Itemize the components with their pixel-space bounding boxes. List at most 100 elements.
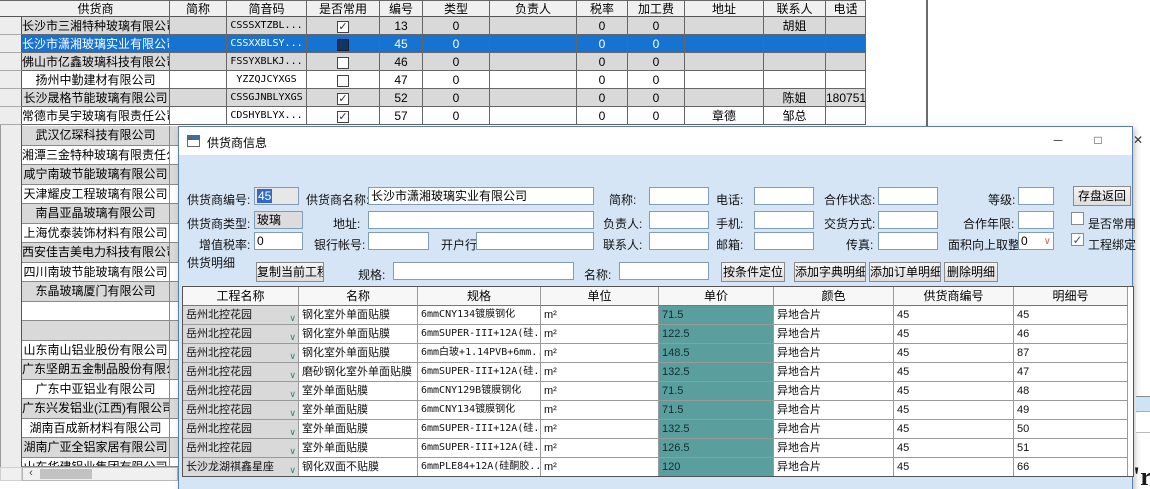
project-bind-checkbox[interactable] — [1071, 233, 1084, 246]
spec-filter-input[interactable] — [393, 262, 574, 280]
common-checkbox-cell[interactable] — [307, 71, 380, 89]
grid-cell[interactable]: 0 — [423, 17, 490, 35]
grid-cell[interactable] — [826, 71, 866, 89]
supplier-list-item[interactable]: 山东华建铝业集团有限公司 — [22, 458, 178, 468]
detail-column-header[interactable]: 单价 — [659, 287, 774, 306]
grid-cell[interactable] — [170, 17, 227, 35]
contact-input[interactable] — [649, 232, 709, 250]
common-checkbox[interactable] — [337, 75, 349, 87]
round-up-combobox[interactable]: 0∨ — [1018, 232, 1054, 250]
grid-cell[interactable]: 0 — [577, 89, 628, 107]
supplier-list-item[interactable] — [22, 321, 178, 341]
detail-cell[interactable]: 钢化双面不贴膜 — [299, 458, 418, 477]
name-filter-input[interactable] — [619, 262, 709, 280]
detail-cell[interactable]: 126.5 — [659, 439, 774, 458]
grid-cell[interactable] — [170, 35, 227, 53]
address-input[interactable] — [368, 211, 594, 229]
detail-cell[interactable]: 6mmSUPER-III+12A(硅... — [418, 439, 541, 458]
common-checkbox[interactable] — [337, 57, 349, 69]
detail-cell[interactable]: 71.5 — [659, 401, 774, 420]
common-checkbox-cell[interactable] — [307, 35, 380, 53]
bank-account-input[interactable] — [368, 232, 429, 250]
detail-cell[interactable]: 45 — [894, 420, 1014, 439]
copy-project-button[interactable]: 复制当前工程 — [256, 262, 324, 282]
detail-cell[interactable]: 异地合片 — [774, 306, 894, 325]
detail-cell[interactable]: 45 — [894, 325, 1014, 344]
detail-cell[interactable]: 室外单面贴膜 — [299, 401, 418, 420]
grid-cell[interactable]: 0 — [577, 71, 628, 89]
detail-cell[interactable]: m² — [541, 306, 659, 325]
grade-input[interactable] — [1018, 187, 1054, 205]
common-checkbox[interactable] — [337, 39, 349, 51]
detail-cell[interactable]: 51 — [1014, 439, 1128, 458]
row-header[interactable] — [0, 17, 22, 35]
grid-cell[interactable] — [764, 35, 826, 53]
column-header[interactable]: 编号 — [380, 1, 423, 17]
grid-cell[interactable] — [170, 53, 227, 71]
detail-cell[interactable]: 异地合片 — [774, 325, 894, 344]
detail-cell[interactable]: 异地合片 — [774, 420, 894, 439]
grid-cell[interactable]: 0 — [423, 71, 490, 89]
grid-cell[interactable]: 0 — [577, 107, 628, 125]
grid-cell[interactable] — [490, 17, 577, 35]
supplier-list-item[interactable]: 广东坚朗五金制品股份有限公司 — [22, 360, 178, 380]
delivery-input[interactable] — [878, 211, 938, 229]
add-order-detail-button[interactable]: 添加订单明细 — [869, 262, 941, 282]
column-header[interactable]: 税率 — [577, 1, 628, 17]
project-combobox[interactable]: 岳州北控花园∨ — [183, 363, 299, 382]
supplier-list-item[interactable]: 广东兴发铝业(江西)有限公司 — [22, 399, 178, 419]
detail-cell[interactable]: 66 — [1014, 458, 1128, 477]
grid-cell[interactable]: 0 — [628, 71, 685, 89]
detail-cell[interactable]: 132.5 — [659, 363, 774, 382]
detail-cell[interactable]: 6mmCNY129B镀膜钢化 — [418, 382, 541, 401]
grid-cell[interactable]: 0 — [577, 53, 628, 71]
scroll-up-icon[interactable]: ^ — [852, 2, 857, 13]
project-combobox[interactable]: 长沙龙湖祺鑫星座∨ — [183, 458, 299, 477]
project-combobox[interactable]: 岳州北控花园∨ — [183, 439, 299, 458]
grid-cell[interactable] — [490, 107, 577, 125]
detail-cell[interactable]: 6mmCNY134镀膜钢化 — [418, 306, 541, 325]
detail-cell[interactable]: 71.5 — [659, 306, 774, 325]
locate-button[interactable]: 按条件定位 — [721, 262, 785, 282]
detail-cell[interactable]: 47 — [1014, 363, 1128, 382]
grid-cell[interactable] — [685, 71, 764, 89]
grid-cell[interactable]: 佛山市亿鑫玻璃科技有限公司 — [22, 53, 170, 71]
detail-cell[interactable]: 45 — [894, 382, 1014, 401]
grid-cell[interactable]: 扬州中勤建材有限公司 — [22, 71, 170, 89]
column-header[interactable]: 简音码 — [227, 1, 307, 17]
detail-row[interactable]: 岳州北控花园∨室外单面贴膜6mmCNY134镀膜钢化m²71.5异地合片4549 — [183, 401, 1133, 420]
grid-cell[interactable]: CSSGJNBLYXGS — [227, 89, 307, 107]
grid-cell[interactable]: 57 — [380, 107, 423, 125]
detail-cell[interactable]: 室外单面贴膜 — [299, 382, 418, 401]
grid-cell[interactable]: 0 — [628, 89, 685, 107]
column-header[interactable]: 类型 — [423, 1, 490, 17]
chevron-down-icon[interactable]: ∨ — [289, 461, 296, 477]
column-header[interactable]: 负责人 — [490, 1, 577, 17]
detail-cell[interactable]: 49 — [1014, 401, 1128, 420]
project-combobox[interactable]: 岳州北控花园∨ — [183, 325, 299, 344]
detail-cell[interactable]: 45 — [894, 401, 1014, 420]
grid-cell[interactable] — [685, 53, 764, 71]
common-use-checkbox[interactable] — [1071, 212, 1084, 225]
grid-cell[interactable]: CSSSXTZBL... — [227, 17, 307, 35]
column-header[interactable]: 是否常用 — [307, 1, 380, 17]
dialog-titlebar[interactable]: 供货商信息 ─ □ ✕ — [179, 127, 1132, 155]
grid-cell[interactable]: YZZQJCYXGS — [227, 71, 307, 89]
close-button[interactable]: ✕ — [1121, 127, 1150, 153]
chevron-down-icon[interactable]: ∨ — [289, 366, 296, 382]
common-checkbox[interactable] — [337, 93, 349, 105]
coop-status-input[interactable] — [878, 187, 938, 205]
detail-cell[interactable]: m² — [541, 458, 659, 477]
supplier-list-item[interactable]: 武汉亿琛科技有限公司 — [22, 126, 178, 146]
detail-column-header[interactable]: 颜色 — [774, 287, 894, 306]
detail-cell[interactable]: 异地合片 — [774, 439, 894, 458]
grid-cell[interactable] — [826, 35, 866, 53]
grid-cell[interactable]: 0 — [423, 35, 490, 53]
detail-cell[interactable]: 50 — [1014, 420, 1128, 439]
grid-cell[interactable]: FSSYXBLKJ... — [227, 53, 307, 71]
project-combobox[interactable]: 岳州北控花园∨ — [183, 344, 299, 363]
supplier-list-item[interactable]: 山东南山铝业股份有限公司 — [22, 341, 178, 361]
scroll-left-button[interactable]: ‹ — [23, 468, 39, 480]
grid-cell[interactable]: 0 — [423, 89, 490, 107]
detail-row[interactable]: 岳州北控花园∨室外单面贴膜6mmSUPER-III+12A(硅...m²126.… — [183, 439, 1133, 458]
